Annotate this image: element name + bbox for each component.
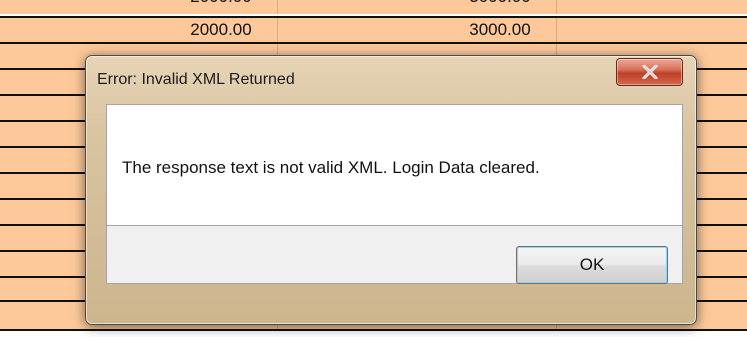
table-cell[interactable]: 2000.00 bbox=[165, 0, 277, 9]
table-cell[interactable]: 2000.00 bbox=[165, 18, 277, 42]
table-row: 2000.00 3000.00 bbox=[0, 0, 747, 14]
dialog-titlebar[interactable]: Error: Invalid XML Returned bbox=[86, 56, 696, 106]
table-cell[interactable]: 3000.00 bbox=[444, 18, 556, 42]
close-x-icon bbox=[642, 65, 657, 79]
ok-button[interactable]: OK bbox=[516, 246, 668, 284]
close-button[interactable] bbox=[616, 58, 683, 86]
column-divider bbox=[277, 0, 278, 14]
table-row: 2000.00 3000.00 bbox=[0, 16, 747, 42]
dialog-title: Error: Invalid XML Returned bbox=[97, 71, 295, 88]
table-cell[interactable]: 3000.00 bbox=[444, 0, 556, 9]
error-dialog: Error: Invalid XML Returned The response… bbox=[85, 55, 697, 325]
table-bottom-edge bbox=[0, 329, 747, 337]
dialog-button-bar: OK bbox=[106, 226, 683, 284]
dialog-message: The response text is not valid XML. Logi… bbox=[122, 158, 540, 177]
column-divider bbox=[556, 0, 557, 14]
dialog-message-area: The response text is not valid XML. Logi… bbox=[106, 104, 683, 226]
column-divider bbox=[556, 18, 557, 42]
column-divider bbox=[277, 18, 278, 42]
